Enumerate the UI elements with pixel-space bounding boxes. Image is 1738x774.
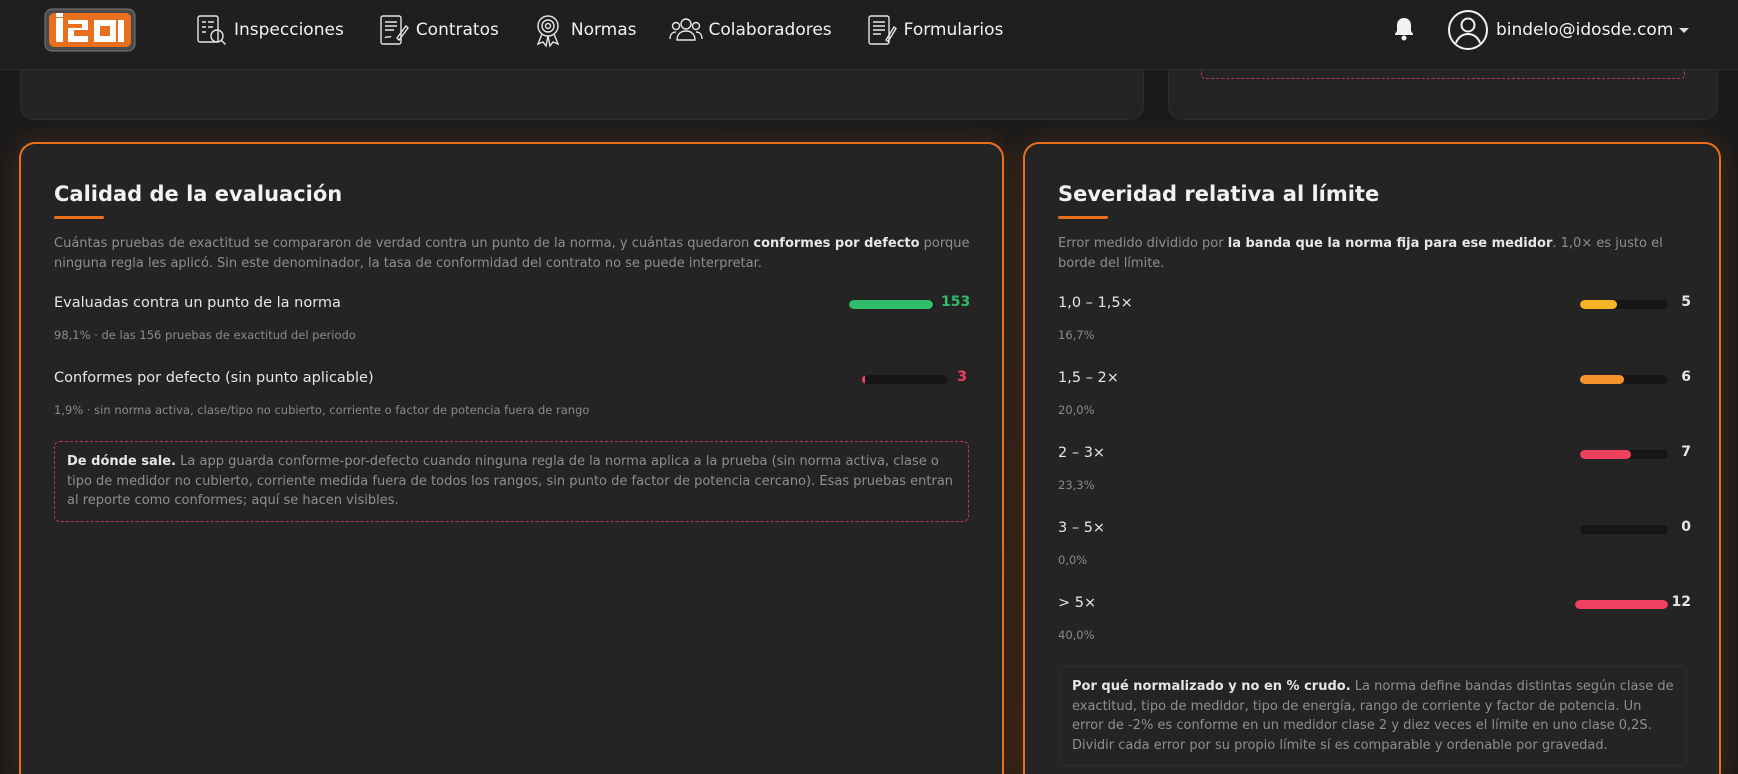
row-label: 2 – 3× [1058,445,1106,461]
row-label: 1,5 – 2× [1058,370,1119,386]
progress-fill [1580,300,1617,309]
card-description: Error medido dividido por la banda que l… [1058,236,1663,271]
progress-bar [862,375,948,384]
row-value: 7 [1681,444,1691,460]
card-title: Calidad de la evaluación [54,182,343,206]
award-icon [529,11,567,49]
row-label: 1,0 – 1,5× [1058,295,1133,311]
evaluation-quality-card: Calidad de la evaluación Cuántas pruebas… [19,142,1004,774]
row-subtext: 98,1% · de las 156 pruebas de exactitud … [54,328,356,342]
row-label: > 5× [1058,595,1097,611]
progress-bar [1580,525,1668,534]
row-value: 5 [1681,294,1691,310]
card-description: Cuántas pruebas de exactitud se comparar… [54,236,970,271]
contract-icon [374,11,412,49]
nav-item-inspecciones[interactable]: Inspecciones [192,11,344,49]
progress-bar [849,300,935,309]
main-nav: Inspecciones Contratos Normas Colaborado… [192,0,1033,60]
nav-item-contratos[interactable]: Contratos [374,11,499,49]
nav-item-label: Inspecciones [234,20,344,40]
bell-icon[interactable] [1389,14,1419,44]
progress-bar [1580,300,1668,309]
row-label: Conformes por defecto (sin punto aplicab… [54,370,374,386]
title-underline [54,216,104,219]
title-underline [1058,216,1108,219]
row-label: 3 – 5× [1058,520,1106,536]
avatar-icon [1447,9,1489,51]
nav-item-label: Normas [570,20,637,40]
progress-fill [1580,375,1624,384]
user-menu[interactable]: bindelo@idosde.com [1447,9,1690,51]
row-value: 12 [1671,594,1691,610]
user-email: bindelo@idosde.com [1496,20,1674,40]
progress-fill [862,375,865,384]
severity-card: Severidad relativa al límite Error medid… [1023,142,1721,774]
row-subtext: 23,3% [1058,478,1095,492]
progress-fill [1575,600,1668,609]
progress-bar [1580,375,1668,384]
chevron-down-icon [1679,27,1690,33]
nav-item-label: Formularios [903,20,1004,40]
row-value: 0 [1681,519,1691,535]
row-label: Evaluadas contra un punto de la norma [54,295,341,311]
row-value: 3 [957,369,967,385]
form-icon [862,11,900,49]
row-value: 153 [941,294,971,310]
row-subtext: 16,7% [1058,328,1095,342]
source-note: De dónde sale. La app guarda conforme-po… [54,441,969,522]
card-title: Severidad relativa al límite [1058,182,1380,206]
inspection-icon [192,11,230,49]
brand-logo[interactable] [44,6,138,54]
nav-item-label: Colaboradores [708,20,832,40]
users-icon [667,11,705,49]
row-subtext: 0,0% [1058,553,1088,567]
navbar: Inspecciones Contratos Normas Colaborado… [0,0,1738,70]
progress-fill [849,300,933,309]
nav-item-normas[interactable]: Normas [529,11,637,49]
row-value: 6 [1681,369,1691,385]
row-subtext: 20,0% [1058,403,1095,417]
nav-item-formularios[interactable]: Formularios [862,11,1004,49]
progress-fill [1580,450,1631,459]
normalization-note: Por qué normalizado y no en % crudo. La … [1059,666,1687,766]
previous-note-border [1201,70,1685,79]
row-subtext: 1,9% · sin norma activa, clase/tipo no c… [54,403,590,417]
progress-bar [1575,600,1668,609]
row-subtext: 40,0% [1058,628,1095,642]
nav-item-label: Contratos [415,20,499,40]
progress-bar [1580,450,1668,459]
nav-item-colaboradores[interactable]: Colaboradores [667,11,832,49]
